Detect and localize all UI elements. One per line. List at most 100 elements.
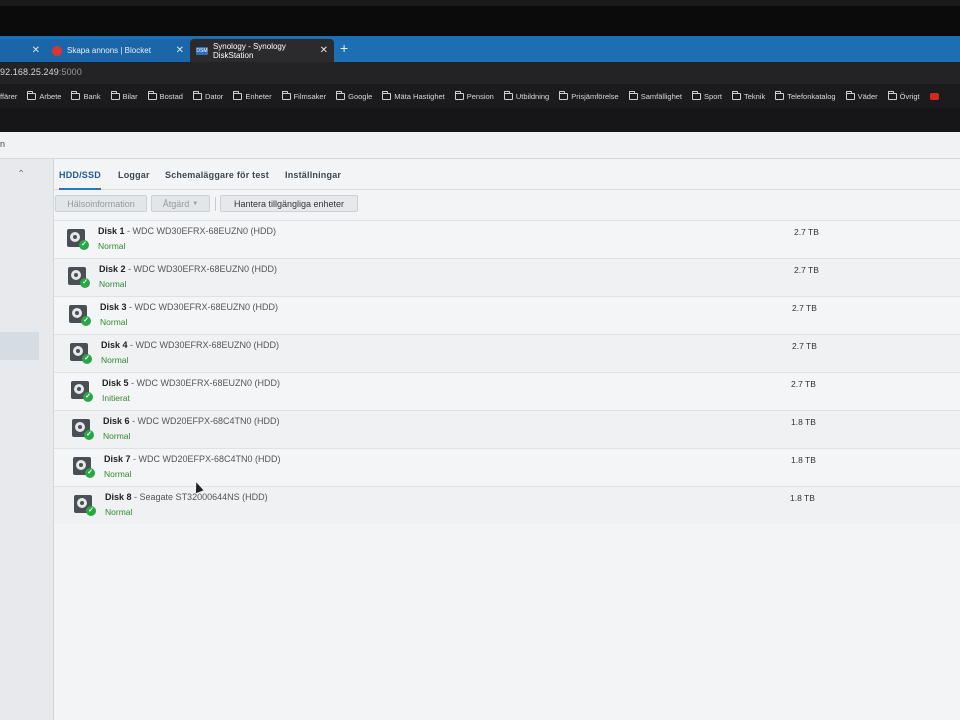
browser-tab-synology[interactable]: DSM Synology - Synology DiskStation ✕ (190, 39, 334, 62)
disk-status: Normal (101, 355, 129, 365)
disk-spindle (77, 387, 81, 391)
disk-status: Normal (105, 507, 133, 517)
disk-name: Disk 7 - WDC WD20EFPX-68C4TN0 (HDD) (104, 454, 281, 464)
browser-tab-0[interactable]: ✕ (0, 39, 46, 62)
bookmark-item[interactable]: Bostad (147, 90, 183, 101)
disk-spindle (76, 349, 80, 353)
disk-model: - WDC WD30EFRX-68EUZN0 (HDD) (126, 302, 279, 312)
hard-disk-icon: ✓ (68, 267, 90, 288)
bookmark-item[interactable]: Google (336, 90, 372, 101)
tab-loggar[interactable]: Loggar (118, 170, 150, 180)
bookmark-label: Filmsaker (293, 91, 327, 101)
blocket-icon (52, 45, 62, 56)
disk-capacity: 1.8 TB (791, 455, 816, 465)
folder-icon (692, 90, 702, 100)
disk-label: Disk 2 (99, 264, 126, 274)
bookmark-label: Teknik (743, 91, 766, 101)
bookmarks-bar: ffärer Arbete Bank Bilar Bostad Dator Enheter F… (0, 84, 960, 108)
bookmark-item[interactable]: Bank (71, 90, 101, 101)
browser-tab-blocket[interactable]: Skapa annons | Blocket ✕ (46, 39, 190, 62)
disk-name: Disk 1 - WDC WD30EFRX-68EUZN0 (HDD) (98, 226, 276, 236)
folder-icon (454, 90, 464, 100)
bookmark-item[interactable]: ffärer (0, 92, 17, 101)
health-info-button[interactable]: Hälsoinformation (55, 195, 147, 212)
youtube-bookmark[interactable] (929, 92, 939, 100)
tab-schemalaggare[interactable]: Schemaläggare för test (165, 170, 269, 180)
disk-model: - WDC WD20EFPX-68C4TN0 (HDD) (130, 454, 281, 464)
disk-model: - WDC WD30EFRX-68EUZN0 (HDD) (125, 264, 278, 274)
bezel-glare (0, 0, 960, 6)
bookmark-item[interactable]: Bilar (110, 90, 138, 101)
disk-spindle (74, 273, 78, 277)
folder-icon (110, 90, 120, 100)
folder-icon (845, 90, 855, 100)
hard-disk-icon: ✓ (67, 229, 89, 250)
disk-row[interactable]: ✓ Disk 7 - WDC WD20EFPX-68C4TN0 (HDD) Norm… (54, 448, 960, 486)
bookmark-item[interactable]: Telefonkatalog (775, 90, 836, 101)
disk-capacity: 2.7 TB (792, 303, 817, 313)
bookmark-item[interactable]: Filmsaker (281, 90, 327, 101)
disk-row[interactable]: ✓ Disk 4 - WDC WD30EFRX-68EUZN0 (HDD) Norm… (54, 334, 960, 372)
bookmark-item[interactable]: Mäta Hastighet (382, 90, 445, 101)
action-label: Åtgärd (162, 198, 190, 209)
folder-icon (628, 90, 638, 100)
bookmark-label: Bank (83, 91, 101, 101)
manage-devices-button[interactable]: Hantera tillgängliga enheter (220, 195, 358, 212)
disk-label: Disk 5 (102, 378, 129, 388)
bookmark-item[interactable]: Arbete (27, 90, 61, 101)
address-bar[interactable]: 92.168.25.249:5000 (0, 62, 960, 84)
bookmark-item[interactable]: Pension (454, 90, 494, 101)
check-icon: ✓ (83, 392, 93, 402)
bookmark-item[interactable]: Teknik (731, 90, 766, 101)
disk-name: Disk 6 - WDC WD20EFPX-68C4TN0 (HDD) (103, 416, 280, 426)
disk-row[interactable]: ✓ Disk 2 - WDC WD30EFRX-68EUZN0 (HDD) Norm… (54, 258, 960, 296)
disk-spindle (73, 235, 77, 239)
disk-label: Disk 3 (100, 302, 127, 312)
tab-close-icon[interactable]: ✕ (176, 45, 184, 56)
disk-name: Disk 5 - WDC WD30EFRX-68EUZN0 (HDD) (102, 378, 280, 388)
check-icon: ✓ (85, 468, 95, 478)
disk-capacity: 2.7 TB (791, 379, 816, 389)
hard-disk-icon: ✓ (71, 381, 93, 402)
disk-row[interactable]: ✓ Disk 6 - WDC WD20EFPX-68C4TN0 (HDD) Norm… (54, 410, 960, 448)
disk-status: Initierat (102, 393, 130, 403)
browser-tab-bar: ✕ Skapa annons | Blocket ✕ DSM Synology … (0, 36, 960, 62)
bookmark-label: Dator (204, 91, 224, 101)
bookmark-item[interactable]: Enheter (233, 90, 272, 101)
bookmark-item[interactable]: Utbildning (503, 90, 549, 101)
disk-row[interactable]: ✓ Disk 5 - WDC WD30EFRX-68EUZN0 (HDD) Init… (54, 372, 960, 410)
disk-row[interactable]: ✓ Disk 3 - WDC WD30EFRX-68EUZN0 (HDD) Norm… (54, 296, 960, 334)
folder-icon (233, 90, 243, 100)
disk-status: Normal (98, 241, 126, 251)
folder-icon (192, 90, 202, 100)
bookmark-item[interactable]: Sport (692, 90, 722, 101)
bookmark-item[interactable]: Väder (845, 90, 878, 101)
bookmark-item[interactable]: Prisjämförelse (559, 90, 619, 101)
check-icon: ✓ (80, 278, 90, 288)
disk-row[interactable]: ✓ Disk 8 - Seagate ST32000644NS (HDD) Norm… (54, 486, 960, 524)
disk-status: Normal (99, 279, 127, 289)
caret-down-icon: ▼ (192, 200, 199, 207)
window-title-bar: n (0, 132, 960, 159)
new-tab-icon[interactable]: + (340, 40, 348, 56)
bookmark-label: Väder (857, 91, 878, 101)
tab-close-icon[interactable]: ✕ (32, 45, 40, 56)
bookmark-item[interactable]: Samfällighet (628, 90, 682, 101)
action-dropdown[interactable]: Åtgärd ▼ (151, 195, 210, 212)
bookmark-label: Enheter (245, 91, 272, 101)
bookmark-item[interactable]: Övrigt (887, 90, 920, 101)
disk-label: Disk 4 (101, 340, 128, 350)
sidebar-item-selected[interactable] (0, 332, 39, 360)
disk-capacity: 2.7 TB (794, 227, 819, 237)
disk-model: - WDC WD30EFRX-68EUZN0 (HDD) (124, 226, 277, 236)
check-icon: ✓ (82, 354, 92, 364)
tab-installningar[interactable]: Inställningar (285, 170, 341, 180)
tab-hdd-ssd[interactable]: HDD/SSD (59, 170, 101, 190)
tab-close-icon[interactable]: ✕ (320, 45, 328, 56)
disk-label: Disk 7 (104, 454, 131, 464)
synology-icon: DSM (196, 46, 208, 55)
bookmark-item[interactable]: Dator (192, 90, 224, 101)
disk-row[interactable]: ✓ Disk 1 - WDC WD30EFRX-68EUZN0 (HDD) Norm… (54, 220, 960, 258)
folder-icon (731, 90, 741, 100)
chevron-up-icon[interactable]: ⌃ (17, 169, 25, 180)
